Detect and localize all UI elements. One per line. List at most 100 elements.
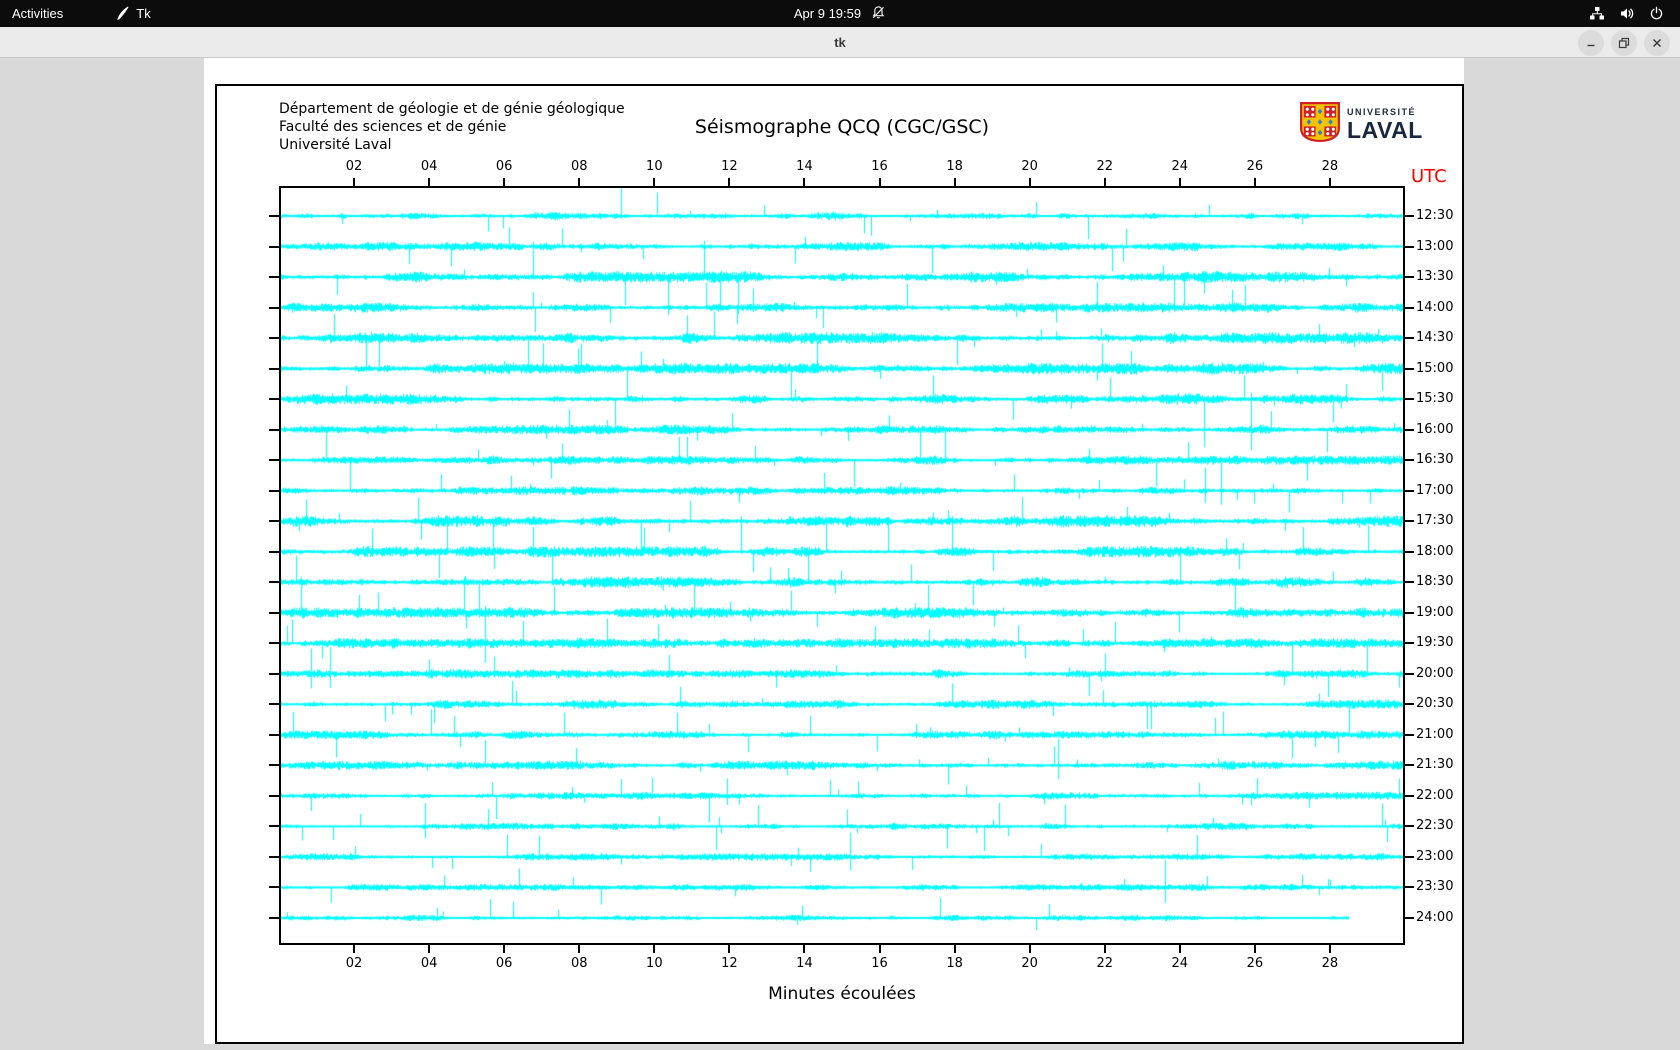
app-menu-label: Tk	[136, 6, 151, 21]
universite-laval-logo: UNIVERSITÉ LAVAL	[1300, 102, 1423, 147]
axis-tick	[1103, 178, 1106, 186]
axis-tick	[1405, 337, 1414, 340]
clock-text: Apr 9 19:59	[793, 6, 862, 21]
restore-button[interactable]	[1611, 29, 1637, 56]
axis-tick	[1405, 550, 1414, 553]
axis-tick	[503, 945, 506, 953]
x-axis-title: Minutes écoulées	[768, 984, 916, 1004]
minimize-button[interactable]	[1578, 29, 1604, 56]
x-tick-label-top: 04	[420, 159, 438, 174]
x-tick-label-bottom: 08	[570, 956, 588, 971]
axis-tick	[269, 916, 279, 919]
axis-tick	[269, 550, 279, 553]
utc-row-label: 22:30	[1416, 818, 1454, 834]
seismograph-canvas-widget: Département de géologie et de génie géol…	[204, 58, 1464, 1044]
utc-row-label: 13:30	[1416, 269, 1454, 285]
axis-tick	[1253, 178, 1256, 186]
utc-row-label: 21:00	[1416, 726, 1454, 742]
axis-tick	[503, 178, 506, 186]
utc-row-label: 20:00	[1416, 665, 1454, 681]
axis-tick	[1405, 764, 1414, 767]
x-tick-label-bottom: 22	[1096, 956, 1113, 971]
volume-icon	[1619, 6, 1635, 21]
activities-label: Activities	[12, 6, 64, 21]
x-tick-label-bottom: 20	[1021, 956, 1038, 971]
x-tick-label-top: 08	[570, 159, 588, 174]
axis-tick	[1405, 672, 1414, 675]
axis-tick	[269, 276, 279, 279]
tk-feather-icon	[115, 6, 130, 21]
x-tick-label-bottom: 04	[420, 956, 438, 971]
utc-row-label: 20:30	[1416, 696, 1454, 712]
axis-tick	[1328, 945, 1331, 953]
axis-tick	[1405, 855, 1414, 858]
x-tick-label-bottom: 12	[721, 956, 738, 971]
utc-row-label: 19:00	[1416, 604, 1454, 620]
axis-tick	[1405, 306, 1414, 309]
axis-tick	[269, 215, 279, 217]
axis-tick	[269, 428, 279, 431]
axis-tick	[1405, 733, 1414, 736]
utc-row-label: 14:30	[1416, 330, 1454, 346]
utc-row-label: 18:30	[1416, 574, 1454, 590]
axis-tick	[269, 398, 279, 401]
axis-tick	[269, 703, 279, 706]
axis-tick	[428, 178, 431, 186]
axis-tick	[1405, 398, 1414, 401]
x-tick-label-top: 18	[946, 159, 963, 174]
axis-tick	[269, 337, 279, 340]
axis-tick	[269, 855, 279, 858]
axis-tick	[728, 178, 731, 186]
axis-tick	[878, 178, 881, 186]
axis-tick	[1405, 367, 1414, 370]
laval-shield-icon	[1300, 102, 1340, 147]
utc-row-label: 16:00	[1416, 421, 1454, 437]
axis-tick	[653, 178, 656, 186]
axis-tick	[269, 825, 279, 828]
axis-tick	[1405, 794, 1414, 797]
utc-row-label: 23:30	[1416, 879, 1454, 895]
axis-tick	[353, 945, 356, 953]
clock-area[interactable]: Apr 9 19:59	[794, 0, 886, 27]
axis-tick	[269, 581, 279, 584]
drawing-border-box: Département de géologie et de génie géol…	[215, 84, 1464, 1044]
axis-tick	[953, 945, 956, 953]
utc-row-label: 17:00	[1416, 482, 1454, 498]
utc-row-label: 21:30	[1416, 757, 1454, 773]
x-tick-label-top: 12	[721, 159, 738, 174]
utc-row-label: 19:30	[1416, 635, 1454, 651]
activities-button[interactable]: Activities	[0, 0, 75, 27]
app-menu[interactable]: Tk	[103, 0, 162, 27]
axis-tick	[803, 945, 806, 953]
system-status-area[interactable]	[1573, 0, 1680, 27]
utc-row-label: 12:30	[1416, 208, 1454, 223]
axis-tick	[1405, 520, 1414, 523]
plot-title: Séismographe QCQ (CGC/GSC)	[694, 116, 990, 138]
axis-tick	[653, 945, 656, 953]
utc-row-label: 24:00	[1416, 909, 1454, 925]
utc-row-label: 15:00	[1416, 360, 1454, 376]
axis-tick	[1405, 581, 1414, 584]
axis-tick	[1405, 215, 1414, 217]
utc-row-label: 16:30	[1416, 452, 1454, 468]
x-tick-label-bottom: 18	[946, 956, 963, 971]
close-button[interactable]	[1644, 29, 1670, 56]
axis-tick	[1405, 276, 1414, 279]
axis-tick	[1028, 178, 1031, 186]
wired-network-icon	[1589, 6, 1605, 21]
utc-row-label: 15:30	[1416, 391, 1454, 407]
utc-row-label: 22:00	[1416, 787, 1454, 803]
axis-tick	[1405, 489, 1414, 492]
axis-tick	[578, 178, 581, 186]
x-tick-label-bottom: 26	[1246, 956, 1264, 971]
x-tick-label-top: 10	[646, 159, 663, 174]
x-tick-label-top: 26	[1246, 159, 1264, 174]
axis-tick	[1405, 611, 1414, 614]
x-tick-label-top: 02	[345, 159, 363, 174]
x-tick-label-bottom: 02	[345, 956, 363, 971]
x-tick-label-top: 14	[796, 159, 813, 174]
x-tick-label-bottom: 28	[1321, 956, 1339, 971]
x-tick-label-bottom: 16	[871, 956, 888, 971]
x-tick-label-bottom: 06	[495, 956, 513, 971]
utc-row-label: 17:30	[1416, 513, 1454, 529]
